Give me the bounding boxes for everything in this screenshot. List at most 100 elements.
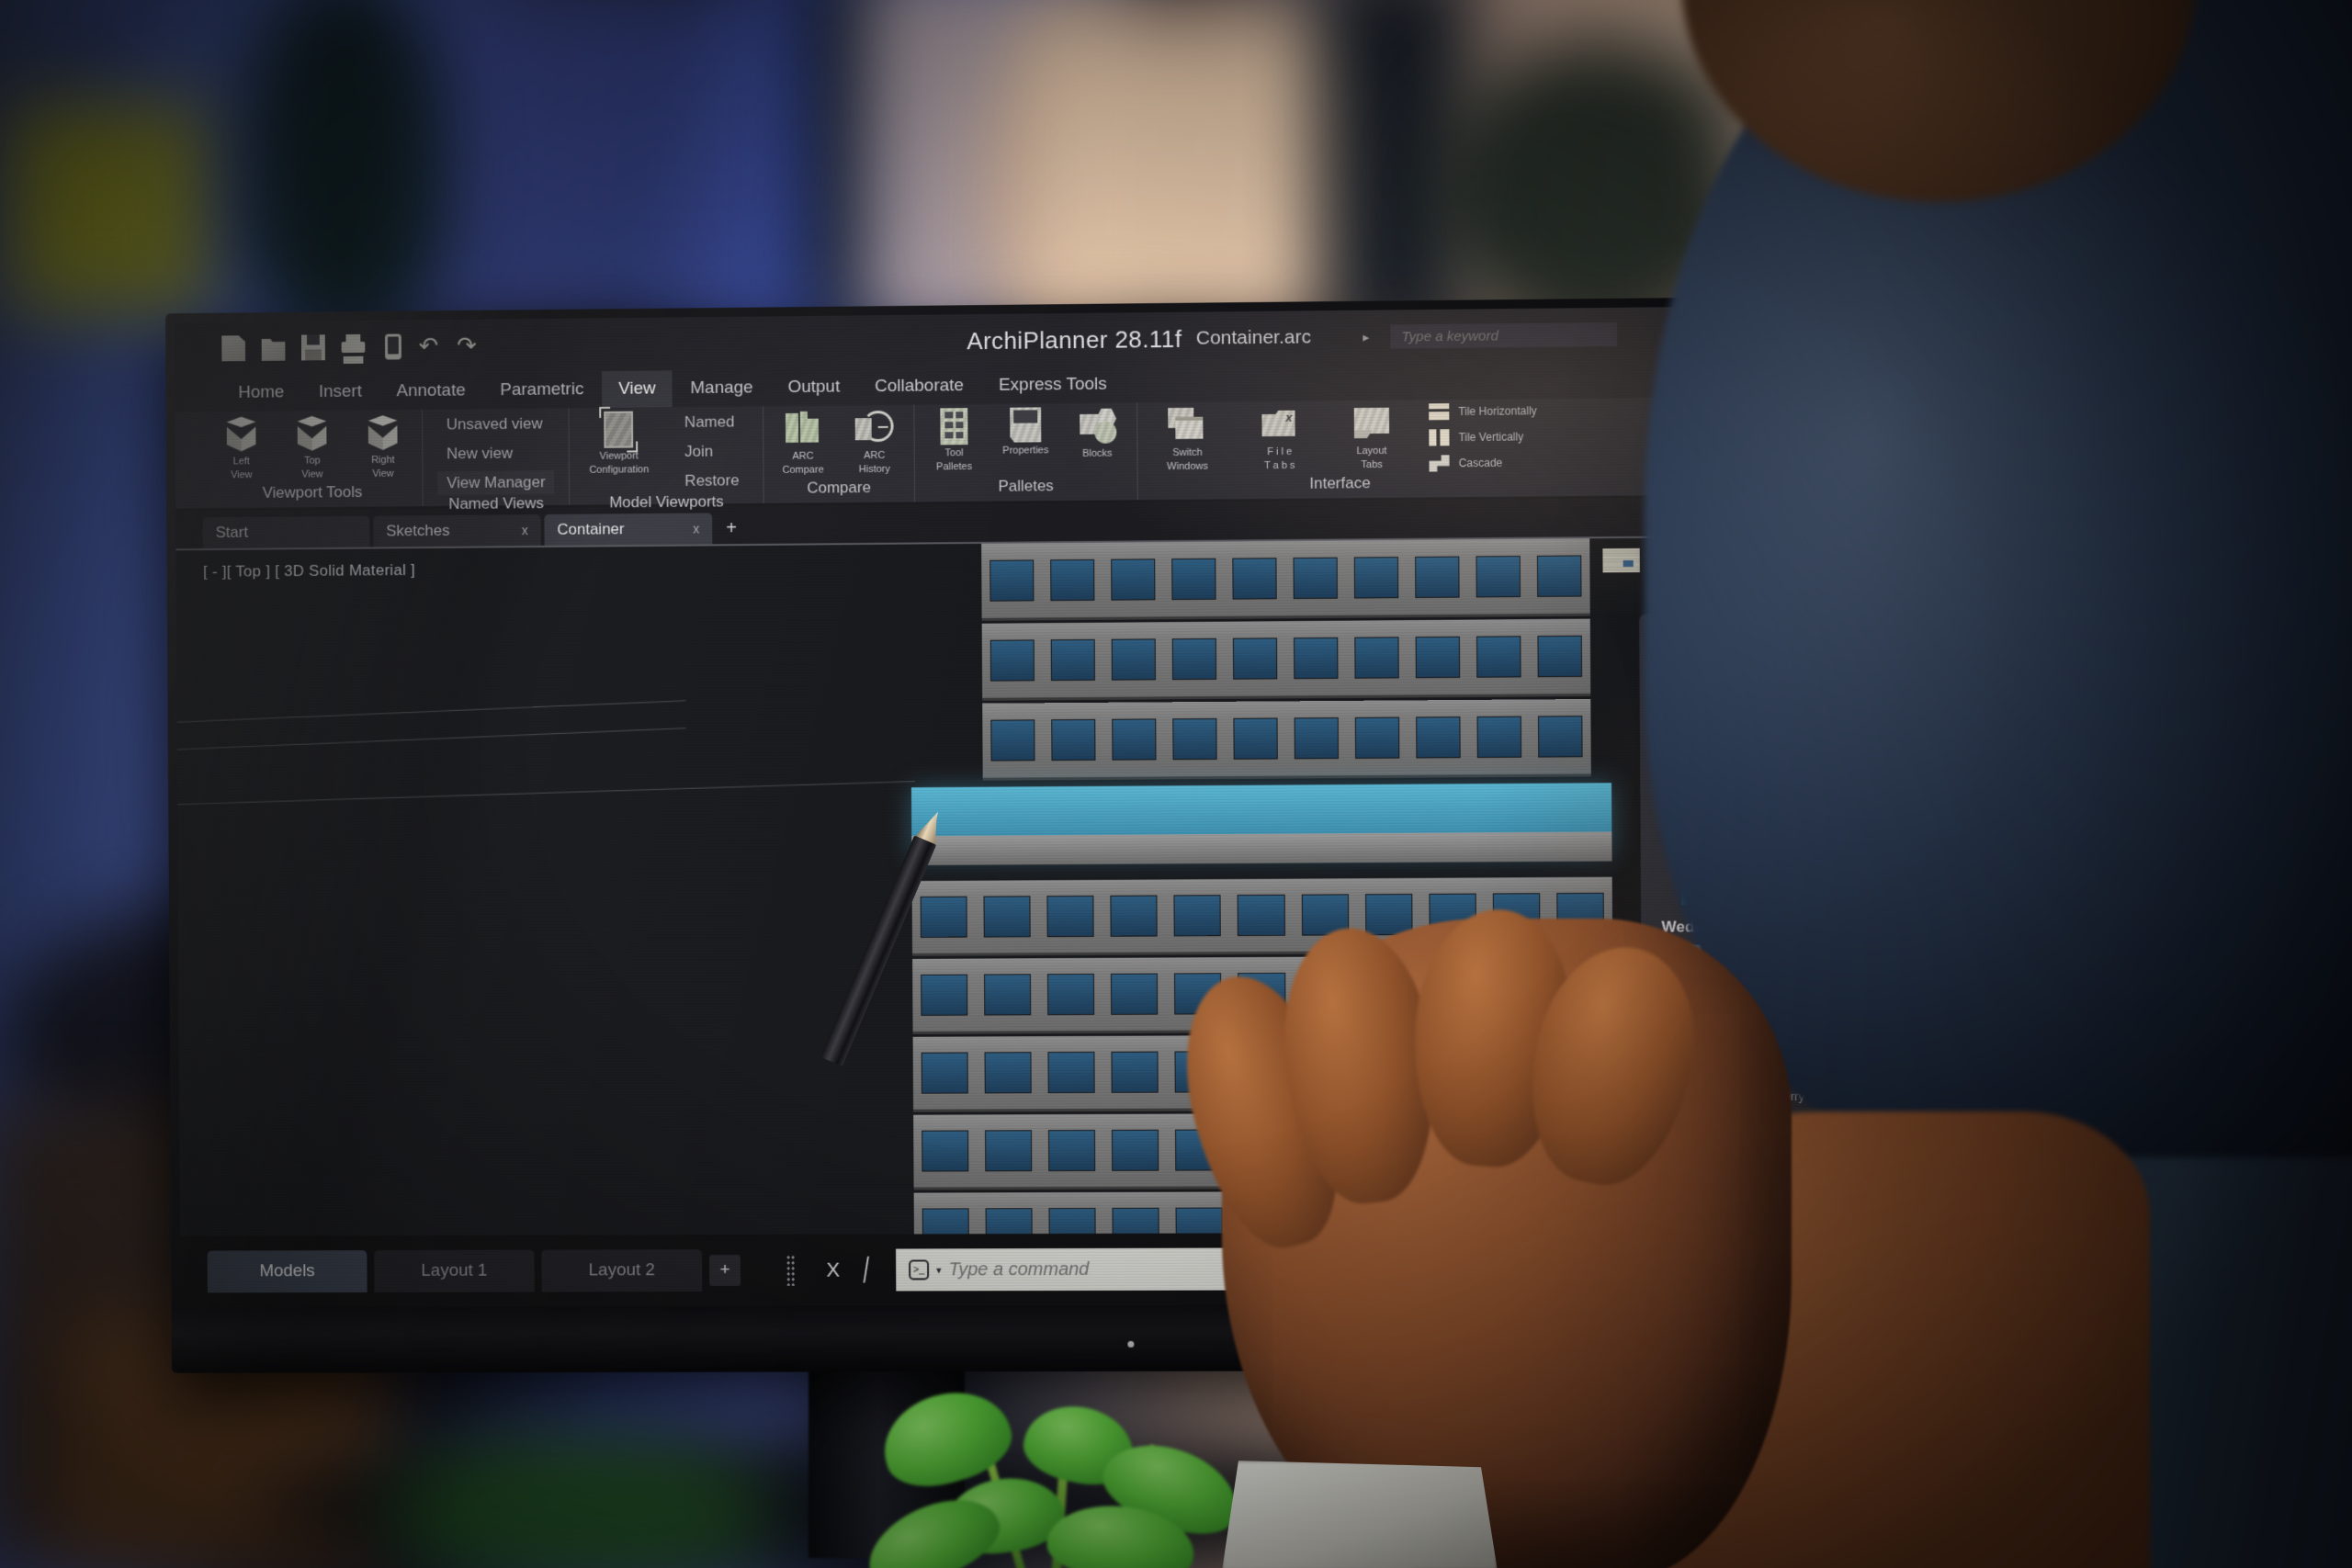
drag-handle[interactable] [786, 1254, 796, 1286]
doc-tab-start[interactable]: Start [202, 515, 370, 549]
left-view-label-2: View [231, 469, 253, 481]
new-file-icon[interactable] [221, 335, 245, 361]
blocks-icon [1078, 407, 1117, 446]
layout-tabs-label-2: Tabs [1361, 458, 1383, 471]
undo-icon[interactable]: ↶ [418, 332, 440, 359]
device-icon[interactable] [384, 333, 401, 360]
switch-windows-label-2: Windows [1167, 460, 1208, 473]
save-icon[interactable] [301, 334, 325, 361]
ribbon-tab-view[interactable]: View [602, 370, 673, 408]
open-folder-icon[interactable] [262, 335, 286, 361]
layout-tabs-button[interactable]: Layout Tabs [1328, 403, 1417, 470]
cube-left-view-icon [222, 415, 261, 454]
group-title-palletes: Palletes [998, 477, 1054, 495]
tile-vertically-label: Tile Vertically [1458, 430, 1524, 445]
tool-palletes-button[interactable]: Tool Palletes [920, 408, 988, 473]
ribbon-tab-manage[interactable]: Manage [673, 369, 769, 407]
viewport-grid-icon[interactable] [1602, 547, 1640, 573]
close-icon-sketches[interactable]: x [522, 523, 528, 537]
add-layout-button[interactable]: + [709, 1255, 741, 1287]
tile-horizontally-icon [1429, 403, 1450, 421]
print-icon[interactable] [342, 334, 366, 360]
properties-button[interactable]: Properties [991, 407, 1059, 457]
ribbon-group-viewport-tools: Left View Top View Right View Viewport T… [202, 410, 423, 509]
photo-scene: ↶ ↷ ArchiPlanner 28.11f Container.arc ▸ … [0, 0, 2352, 1568]
top-view-label-1: Top [303, 455, 321, 467]
foreground-box [1222, 1461, 1498, 1568]
right-view-button[interactable]: Right View [349, 413, 417, 479]
ribbon-tab-parametric[interactable]: Parametric [483, 371, 600, 409]
unsaved-view-item[interactable]: Unsaved view [437, 412, 554, 436]
properties-icon [1010, 407, 1041, 442]
ribbon-tab-output[interactable]: Output [771, 368, 856, 406]
doc-tab-container[interactable]: Container x [544, 513, 713, 546]
ribbon-tab-annotate[interactable]: Annotate [380, 372, 482, 410]
join-item[interactable]: Join [675, 439, 748, 464]
named-views-list: Unsaved view New view View Manager [428, 412, 563, 496]
doc-tab-sketches-label: Sketches [386, 521, 450, 540]
switch-windows-icon [1168, 406, 1206, 445]
cascade-item[interactable]: Cascade [1429, 454, 1537, 471]
power-led [1127, 1340, 1135, 1348]
close-icon-container[interactable]: x [693, 522, 699, 536]
close-command-icon[interactable]: X [826, 1258, 840, 1282]
layout-tab-layout-1[interactable]: Layout 1 [374, 1249, 535, 1292]
cascade-icon [1429, 455, 1449, 471]
layout-tab-layout-2[interactable]: Layout 2 [541, 1249, 703, 1292]
arc-history-button[interactable]: ARC History [841, 409, 909, 476]
model-viewports-list: Named Join Restore [666, 410, 757, 493]
right-view-label-1: Right [371, 454, 395, 467]
arc-compare-label-1: ARC [792, 450, 814, 462]
command-caret-icon[interactable]: ▾ [936, 1264, 942, 1276]
ribbon-tab-express-tools[interactable]: Express Tools [982, 366, 1124, 403]
tool-palletes-label-1: Tool [944, 447, 964, 459]
arc-compare-button[interactable]: ARC Compare [769, 409, 837, 476]
file-tabs-label-1: F i l e [1267, 446, 1293, 458]
top-view-button[interactable]: Top View [278, 414, 346, 480]
document-name: Container.arc [1195, 326, 1312, 349]
left-view-button[interactable]: Left View [208, 414, 275, 480]
blocks-label: Blocks [1082, 447, 1113, 459]
ribbon-group-named-views: Unsaved view New view View Manager Named… [422, 408, 570, 513]
doc-tab-sketches[interactable]: Sketches x [373, 514, 541, 547]
viewport-label: [ - ][ Top ] [ 3D Solid Material ] [203, 561, 416, 581]
add-document-tab-button[interactable]: + [716, 513, 747, 544]
keyword-search-box[interactable] [1390, 321, 1618, 349]
doc-tab-start-label: Start [215, 523, 249, 542]
ribbon-tab-home[interactable]: Home [222, 374, 301, 412]
blocks-button[interactable]: Blocks [1063, 406, 1131, 459]
pen-icon[interactable]: ╱ [856, 1257, 876, 1283]
quick-access-toolbar: ↶ ↷ [221, 332, 478, 362]
tile-vertically-item[interactable]: Tile Vertically [1429, 428, 1537, 446]
switch-windows-button[interactable]: Switch Windows [1143, 405, 1232, 472]
named-item[interactable]: Named [675, 410, 748, 434]
group-title-named-views: Named Views [448, 494, 544, 513]
arc-history-label-2: History [858, 463, 890, 476]
command-prompt-icon[interactable]: >_ [909, 1259, 930, 1280]
arc-compare-icon [784, 410, 822, 448]
arc-history-label-1: ARC [864, 449, 886, 462]
tile-vertically-icon [1429, 429, 1450, 446]
chevron-right-icon[interactable]: ▸ [1363, 329, 1369, 344]
search-input[interactable] [1401, 326, 1618, 344]
layout-tab-models[interactable]: Models [207, 1250, 368, 1293]
ribbon-group-interface: Switch Windows x F i l e T a b s Layout [1136, 399, 1544, 501]
new-view-item[interactable]: New view [437, 441, 554, 466]
tile-horizontally-item[interactable]: Tile Horizontally [1429, 402, 1537, 421]
cube-right-view-icon [364, 413, 402, 452]
ribbon-tab-collaborate[interactable]: Collaborate [858, 367, 980, 405]
tower-upper [981, 538, 1591, 786]
redo-icon[interactable]: ↷ [456, 332, 478, 359]
file-tabs-button[interactable]: x F i l e T a b s [1235, 404, 1324, 471]
viewport-configuration-button[interactable]: Viewport Configuration [575, 411, 663, 476]
file-tabs-label-2: T a b s [1263, 459, 1295, 472]
tool-palletes-icon [940, 408, 968, 446]
viewport-configuration-icon [604, 411, 634, 448]
ribbon-tab-insert[interactable]: Insert [302, 374, 379, 412]
arc-history-icon [854, 409, 894, 447]
file-tabs-icon: x [1260, 405, 1298, 444]
restore-item[interactable]: Restore [675, 468, 748, 493]
ribbon-group-model-viewports: Viewport Configuration Named Join Restor… [568, 406, 763, 511]
view-manager-item[interactable]: View Manager [437, 470, 555, 496]
left-view-label-1: Left [232, 456, 250, 468]
